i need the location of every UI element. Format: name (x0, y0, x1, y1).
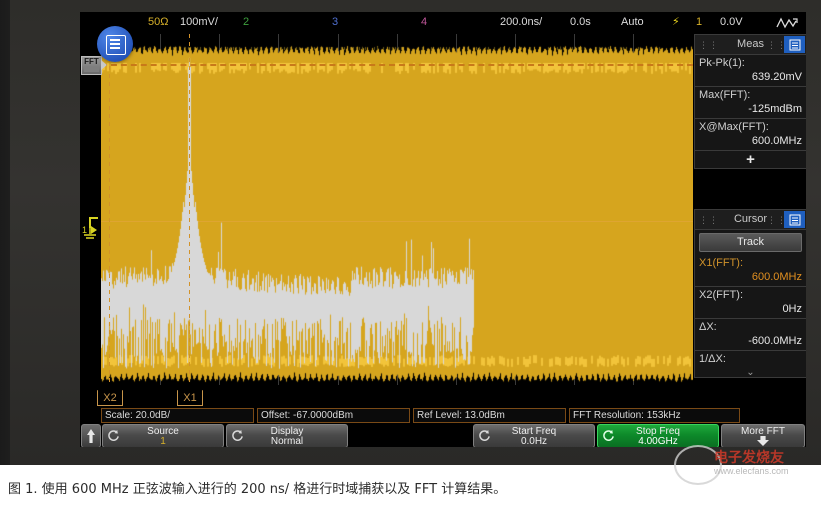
cursor-row-x2[interactable]: X2(FFT): 0Hz (695, 287, 806, 319)
info-scale[interactable]: Scale: 20.0dB/ (101, 408, 254, 423)
meas-row-xatmaxfft-label: X@Max(FFT): (699, 120, 802, 134)
cursor-row-deltax[interactable]: ΔX: -600.0MHz (695, 319, 806, 351)
meas-row-pkpk[interactable]: Pk-Pk(1): 639.20mV (695, 55, 806, 87)
cursor-x1-line[interactable] (189, 34, 190, 385)
oscilloscope-screen: 50Ω 100mV/ 2 3 4 200.0ns/ 0.0s Auto ⚡ 1 … (80, 12, 806, 447)
trigger-source[interactable]: 1 (696, 15, 702, 30)
menu-bubble-button[interactable] (97, 26, 133, 62)
cursor-tag-x1[interactable]: X1 (177, 387, 203, 406)
watermark-name: 电子发烧友 (714, 447, 784, 467)
fft-info-strip: Scale: 20.0dB/ Offset: -67.0000dBm Ref L… (80, 407, 806, 423)
info-offset[interactable]: Offset: -67.0000dBm (257, 408, 410, 423)
cursor-row-deltax-label: ΔX: (699, 320, 802, 334)
softkey-source-value: 1 (103, 436, 223, 447)
side-panel-column: ⋮⋮ Meas ⋮⋮ Pk-Pk(1): 639.20mV Max(FFT): … (693, 34, 806, 385)
measurement-panel: ⋮⋮ Meas ⋮⋮ Pk-Pk(1): 639.20mV Max(FFT): … (694, 34, 806, 169)
softkey-display-value: Normal (227, 436, 347, 447)
info-resolution[interactable]: FFT Resolution: 153kHz (569, 408, 740, 423)
channel1-impedance[interactable]: 50Ω (148, 15, 168, 30)
cursor-row-x1[interactable]: X1(FFT): 600.0MHz (695, 255, 806, 287)
meas-row-pkpk-label: Pk-Pk(1): (699, 56, 802, 70)
trigger-level-marker[interactable]: 1 (82, 217, 100, 243)
cursor-tag-x2[interactable]: X2 (97, 387, 123, 406)
meas-row-maxfft-label: Max(FFT): (699, 88, 802, 102)
fft-reference-marker[interactable]: FFT (81, 56, 102, 75)
meas-row-pkpk-value: 639.20mV (699, 70, 802, 84)
trigger-mode[interactable]: Auto (621, 15, 644, 30)
info-ref-level[interactable]: Ref Level: 13.0dBm (413, 408, 566, 423)
top-status-bar: 50Ω 100mV/ 2 3 4 200.0ns/ 0.0s Auto ⚡ 1 … (80, 12, 806, 34)
waveform-icon[interactable] (776, 16, 798, 29)
trigger-edge-icon: ⚡ (672, 15, 680, 30)
channel4-label[interactable]: 4 (421, 15, 427, 30)
chevron-down-icon[interactable]: ⌄ (695, 368, 806, 377)
cursor-row-x2-value: 0Hz (699, 302, 802, 316)
cursor-tag-row: X2 X1 (101, 385, 693, 407)
cursor-panel: ⋮⋮ Cursor ⋮⋮ Track X1(FFT): 600.0MHz X2(… (694, 209, 806, 378)
cursor-x2-line[interactable] (109, 34, 110, 385)
trigger-level[interactable]: 0.0V (720, 15, 743, 30)
softkey-start-freq-value: 0.0Hz (474, 436, 594, 447)
meas-row-maxfft[interactable]: Max(FFT): -125mdBm (695, 87, 806, 119)
cursor-row-x2-label: X2(FFT): (699, 288, 802, 302)
softkey-display[interactable]: Display Normal (226, 424, 348, 447)
fft-marker-arrow-icon (101, 60, 107, 70)
waveform-graticule[interactable] (101, 34, 693, 385)
cursor-track-button[interactable]: Track (699, 233, 802, 252)
meas-row-xatmaxfft[interactable]: X@Max(FFT): 600.0MHz (695, 119, 806, 151)
trigger-arrow-icon (91, 226, 97, 234)
menu-icon (106, 35, 126, 55)
cursor-row-x1-value: 600.0MHz (699, 270, 802, 284)
up-arrow-icon (86, 429, 96, 443)
channel1-vertical-scale[interactable]: 100mV/ (180, 15, 218, 30)
cursor-panel-menu-icon[interactable] (784, 211, 805, 228)
softkey-up-arrow-button[interactable] (81, 424, 101, 447)
add-measurement-button[interactable]: + (695, 151, 806, 168)
watermark-url: www.elecfans.com (714, 466, 789, 476)
cursor-tag-x1-label: X1 (183, 392, 196, 404)
measurement-panel-header: ⋮⋮ Meas ⋮⋮ (695, 35, 806, 55)
cursor-row-invdeltax-label: 1/ΔX: (699, 352, 802, 366)
fft-marker-label: FFT (82, 57, 101, 66)
channel2-label[interactable]: 2 (243, 15, 249, 30)
softkey-start-freq[interactable]: Start Freq 0.0Hz (473, 424, 595, 447)
cursor-row-deltax-value: -600.0MHz (699, 334, 802, 348)
delay-value[interactable]: 0.0s (570, 15, 591, 30)
measurement-panel-menu-icon[interactable] (784, 36, 805, 53)
figure-caption: 图 1. 使用 600 MHz 正弦波输入进行的 200 ns/ 格进行时域捕获… (8, 478, 708, 497)
cursor-row-x1-label: X1(FFT): (699, 256, 802, 270)
cursor-tag-x2-label: X2 (103, 392, 116, 404)
meas-row-xatmaxfft-value: 600.0MHz (699, 134, 802, 148)
timebase-value[interactable]: 200.0ns/ (500, 15, 542, 30)
meas-row-maxfft-value: -125mdBm (699, 102, 802, 116)
cursor-panel-header: ⋮⋮ Cursor ⋮⋮ (695, 210, 806, 230)
channel3-label[interactable]: 3 (332, 15, 338, 30)
cursor-row-invdeltax[interactable]: 1/ΔX: (695, 351, 806, 368)
softkey-source[interactable]: Source 1 (102, 424, 224, 447)
